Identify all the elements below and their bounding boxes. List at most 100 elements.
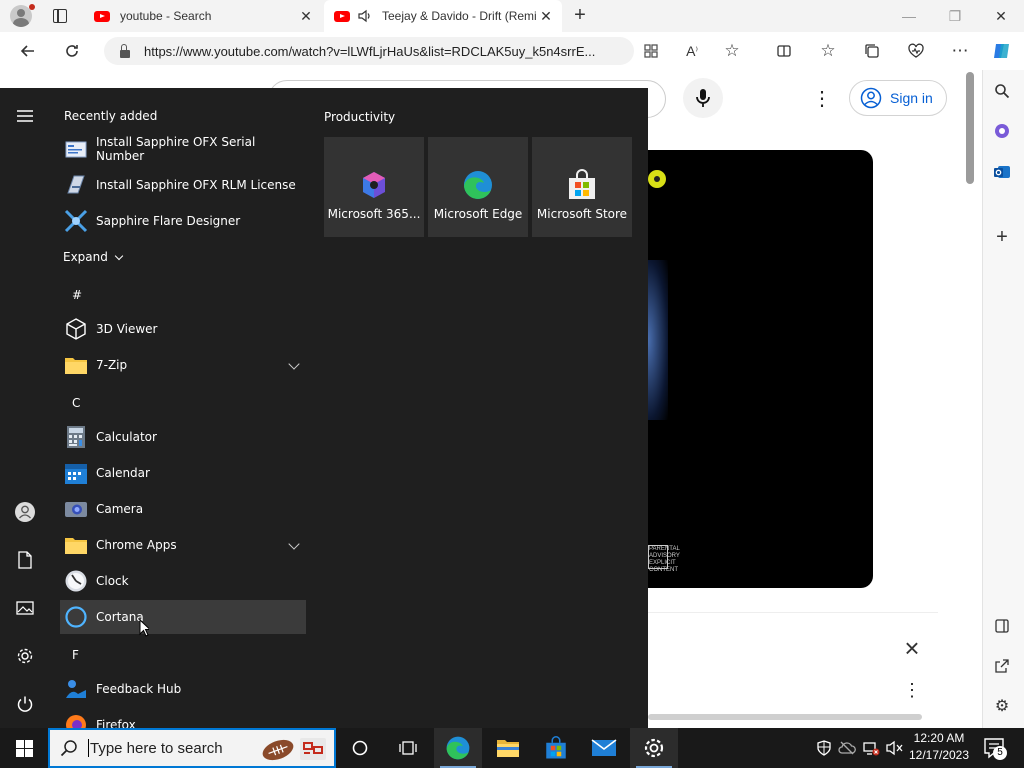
cloud-offline-icon[interactable] [838,739,856,757]
app-label: 3D Viewer [96,322,158,336]
search-icon[interactable] [991,80,1013,102]
copilot-icon[interactable] [990,39,1014,63]
user-account-icon[interactable] [13,500,37,524]
video-player[interactable]: PARENTAL ADVISORY EXPLICIT CONTENT [648,150,873,588]
expand-label: Expand [63,250,108,264]
add-sidebar-app-icon[interactable]: + [991,226,1013,248]
taskbar-store-icon[interactable] [532,728,580,768]
app-label: Feedback Hub [96,682,182,696]
group-header-f[interactable]: F [72,648,79,662]
app-label: Camera [96,502,144,516]
new-tab-button[interactable]: + [568,4,592,28]
app-calendar[interactable]: Calendar [60,456,306,490]
tab-youtube-search[interactable]: youtube - Search ✕ [84,0,322,32]
favorites-icon[interactable]: ☆ [816,39,840,63]
power-icon[interactable] [13,692,37,716]
start-menu-rail [0,88,50,728]
tab-youtube-video[interactable]: Teejay & Davido - Drift (Remix) ✕ [324,0,562,32]
external-link-icon[interactable] [991,655,1013,677]
taskbar-search-box[interactable]: Type here to search [48,728,336,768]
refresh-icon[interactable] [60,39,84,63]
taskbar-clock[interactable]: 12:20 AM 12/17/2023 [906,730,972,766]
settings-more-icon[interactable]: ⋯ [948,39,972,63]
app-folder-7zip[interactable]: 7-Zip [60,348,306,382]
favorite-star-icon[interactable]: ☆ [720,39,744,63]
lock-icon[interactable] [120,43,130,58]
tab-actions-icon[interactable] [53,9,67,23]
apps-icon[interactable] [639,39,663,63]
back-arrow-icon[interactable] [16,39,40,63]
sign-in-button[interactable]: Sign in [849,80,947,116]
pictures-icon[interactable] [13,596,37,620]
chevron-down-icon[interactable] [288,538,300,550]
taskbar-edge-icon[interactable] [434,728,482,768]
speaker-icon[interactable] [358,9,372,23]
panel-more-icon[interactable]: ⋮ [903,680,921,704]
tile-microsoft-365[interactable]: Microsoft 365... [324,137,424,237]
folder-icon [65,538,87,554]
app-camera[interactable]: Camera [60,492,306,526]
start-menu: Recently added Install Sapphire OFX Seri… [0,88,648,735]
taskbar-file-explorer-icon[interactable] [484,728,532,768]
app-feedback-hub[interactable]: Feedback Hub [60,672,306,706]
task-view-cortana-icon[interactable] [336,728,384,768]
youtube-favicon-icon [94,10,110,22]
group-header-hash[interactable]: # [72,288,82,302]
youtube-settings-kebab-icon[interactable]: ⋮ [812,86,832,110]
collections-icon[interactable] [860,39,884,63]
sidebar-panel-icon[interactable] [991,615,1013,637]
settings-gear-icon[interactable] [13,644,37,668]
task-view-icon[interactable] [384,728,432,768]
tile-label: Microsoft Store [536,207,628,221]
tab-title: Teejay & Davido - Drift (Remix) [382,9,536,23]
expand-button[interactable]: Expand [63,250,124,264]
taskbar-mail-icon[interactable] [580,728,628,768]
page-scrollbar-thumb[interactable] [966,72,974,184]
tab-title: youtube - Search [120,9,212,23]
network-disconnected-icon[interactable] [862,739,880,757]
documents-icon[interactable] [13,548,37,572]
app-3d-viewer[interactable]: 3D Viewer [60,312,306,346]
url-text[interactable]: https://www.youtube.com/watch?v=lLWfLjrH… [144,44,595,59]
split-screen-icon[interactable] [772,39,796,63]
group-header-c[interactable]: C [72,396,80,410]
tile-microsoft-edge[interactable]: Microsoft Edge [428,137,528,237]
browser-essentials-icon[interactable] [904,39,928,63]
app-install-sapphire-serial[interactable]: Install Sapphire OFX Serial Number [60,132,306,166]
tab-close-button[interactable]: ✕ [296,8,316,25]
tile-label: Microsoft 365... [327,207,421,221]
windows-start-icon[interactable] [0,728,48,768]
app-sapphire-flare-designer[interactable]: Sapphire Flare Designer [60,204,306,238]
volume-muted-icon[interactable] [886,739,904,757]
read-aloud-icon[interactable]: A ⁾ [680,39,704,63]
taskbar-settings-icon[interactable] [630,728,678,768]
horizontal-scrollbar[interactable] [648,714,922,720]
restore-button[interactable]: ❐ [932,0,978,32]
app-cortana[interactable]: Cortana [60,600,306,634]
calculator-icon [67,426,85,448]
copilot-sidebar-icon[interactable] [991,120,1013,142]
app-label: Cortana [96,610,144,624]
app-folder-chrome-apps[interactable]: Chrome Apps [60,528,306,562]
tab-close-button[interactable]: ✕ [536,8,556,25]
minimize-button[interactable]: — [886,0,932,32]
sidebar-settings-gear-icon[interactable]: ⚙ [991,695,1013,717]
video-artwork-dot [648,170,666,188]
close-window-button[interactable]: ✕ [978,0,1024,32]
chevron-down-icon[interactable] [288,358,300,370]
address-bar[interactable]: https://www.youtube.com/watch?v=lLWfLjrH… [104,37,634,65]
clock-date: 12/17/2023 [908,748,970,762]
app-label: Install Sapphire OFX RLM License [96,178,296,192]
hamburger-menu-icon[interactable] [13,104,37,128]
notification-count-badge: 5 [993,746,1007,760]
voice-search-mic-icon[interactable] [683,78,723,118]
outlook-icon[interactable] [991,161,1013,183]
security-shield-icon[interactable] [815,739,833,757]
tile-microsoft-store[interactable]: Microsoft Store [532,137,632,237]
app-calculator[interactable]: Calculator [60,420,306,454]
app-clock[interactable]: Clock [60,564,306,598]
close-icon[interactable]: × [900,635,924,661]
search-highlight-football-icon [262,738,326,761]
search-placeholder: Type here to search [90,739,223,757]
app-install-sapphire-license[interactable]: Install Sapphire OFX RLM License [60,168,306,202]
